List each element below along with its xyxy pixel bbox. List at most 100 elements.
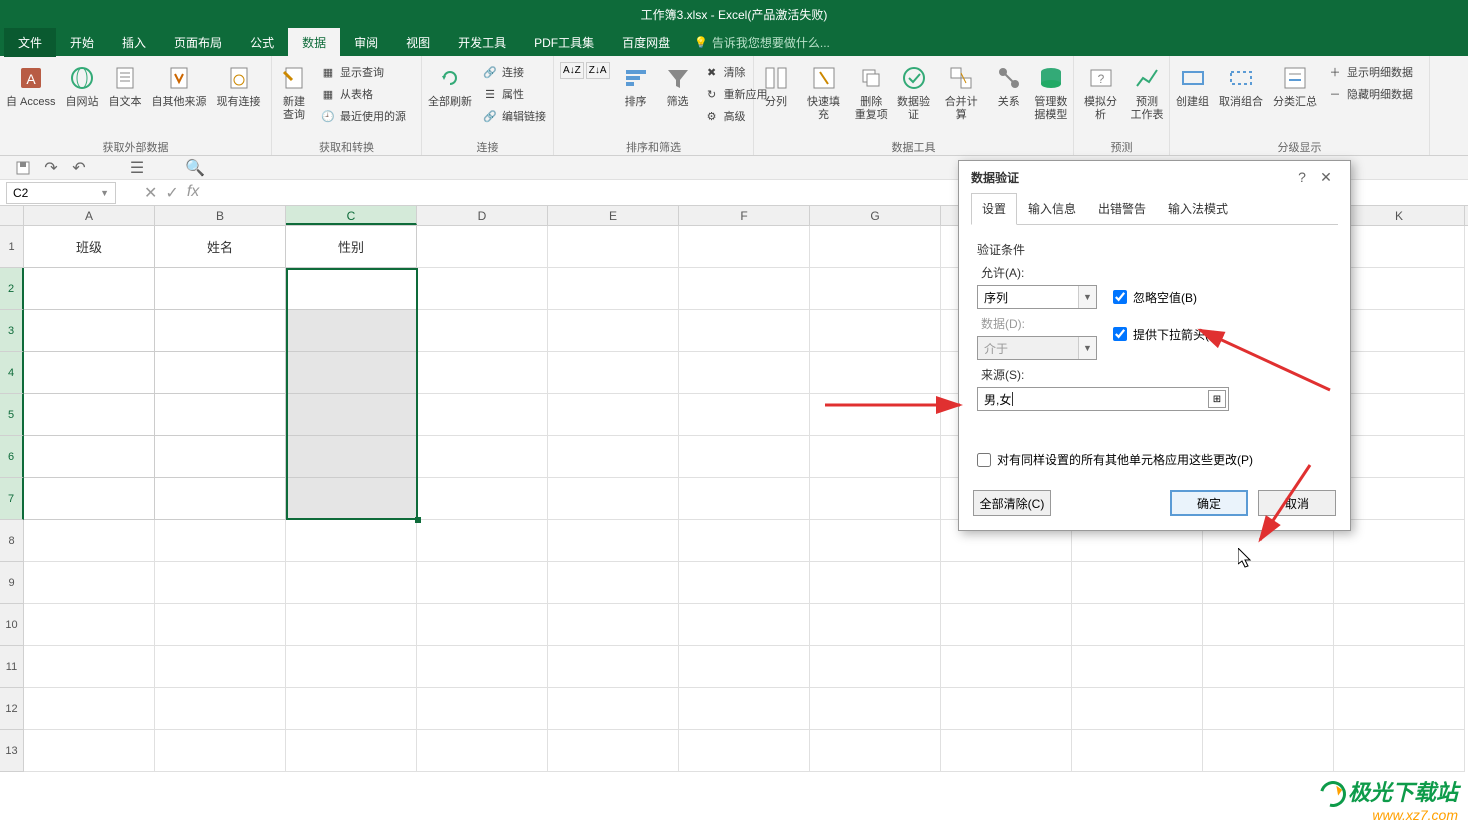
name-box[interactable]: C2 ▼ <box>6 182 116 204</box>
edit-links-button[interactable]: 🔗编辑链接 <box>478 106 550 126</box>
col-header-g[interactable]: G <box>810 206 941 225</box>
row-header[interactable]: 13 <box>0 730 24 772</box>
tab-review[interactable]: 审阅 <box>340 28 392 57</box>
tab-insert[interactable]: 插入 <box>108 28 160 57</box>
remove-dup-button[interactable]: 删除 重复项 <box>851 60 891 124</box>
existing-conn-button[interactable]: 现有连接 <box>213 60 265 111</box>
data-model-button[interactable]: 管理数 据模型 <box>1031 60 1071 124</box>
cell[interactable] <box>24 310 155 352</box>
cell[interactable] <box>810 268 941 310</box>
cell[interactable] <box>417 394 548 436</box>
cell[interactable] <box>679 730 810 772</box>
cell[interactable] <box>679 646 810 688</box>
cell[interactable] <box>548 646 679 688</box>
cell[interactable] <box>417 436 548 478</box>
cell[interactable] <box>417 478 548 520</box>
cell[interactable] <box>155 310 286 352</box>
cell[interactable] <box>155 730 286 772</box>
cell[interactable] <box>155 352 286 394</box>
tab-pdf[interactable]: PDF工具集 <box>520 28 608 57</box>
cell[interactable] <box>810 478 941 520</box>
cell[interactable] <box>24 604 155 646</box>
save-button[interactable] <box>14 159 32 177</box>
cancel-button[interactable]: 取消 <box>1258 490 1336 516</box>
sort-button[interactable]: 排序 <box>616 60 656 111</box>
cell[interactable] <box>1203 604 1334 646</box>
cell[interactable] <box>1334 646 1465 688</box>
properties-button[interactable]: ☰属性 <box>478 84 550 104</box>
cell[interactable] <box>679 436 810 478</box>
cell[interactable] <box>679 394 810 436</box>
cell[interactable] <box>24 646 155 688</box>
forecast-sheet-button[interactable]: 预测 工作表 <box>1127 60 1167 124</box>
cell[interactable] <box>417 310 548 352</box>
subtotal-button[interactable]: 分类汇总 <box>1269 60 1321 111</box>
close-button[interactable]: ✕ <box>1314 169 1338 186</box>
cell[interactable] <box>941 730 1072 772</box>
cell[interactable] <box>286 394 417 436</box>
cell[interactable] <box>417 604 548 646</box>
cell[interactable] <box>1334 226 1465 268</box>
cell[interactable] <box>155 520 286 562</box>
cell[interactable] <box>679 604 810 646</box>
whatif-button[interactable]: ?模拟分析 <box>1076 60 1125 124</box>
cell[interactable] <box>548 478 679 520</box>
cell[interactable] <box>1072 688 1203 730</box>
from-other-button[interactable]: 自其他来源 <box>148 60 211 111</box>
dlg-tab-ime[interactable]: 输入法模式 <box>1157 193 1239 224</box>
cell[interactable] <box>810 352 941 394</box>
text-to-columns-button[interactable]: 分列 <box>756 60 796 111</box>
tab-baidu[interactable]: 百度网盘 <box>608 28 684 57</box>
show-detail-button[interactable]: ＋显示明细数据 <box>1323 62 1417 82</box>
from-web-button[interactable]: 自网站 <box>62 60 103 111</box>
dlg-tab-error[interactable]: 出错警告 <box>1087 193 1157 224</box>
cell[interactable]: 性别 <box>286 226 417 268</box>
cell[interactable] <box>548 688 679 730</box>
row-header[interactable]: 4 <box>0 352 24 394</box>
row-header[interactable]: 10 <box>0 604 24 646</box>
cell[interactable] <box>417 730 548 772</box>
cell[interactable] <box>1334 520 1465 562</box>
from-text-button[interactable]: 自文本 <box>105 60 146 111</box>
flash-fill-button[interactable]: 快速填充 <box>798 60 849 124</box>
allow-select[interactable]: 序列 ▼ <box>977 285 1097 309</box>
refresh-all-button[interactable]: 全部刷新 <box>424 60 476 111</box>
cell[interactable] <box>286 562 417 604</box>
cell[interactable] <box>155 688 286 730</box>
cell[interactable] <box>679 478 810 520</box>
cell[interactable] <box>1072 562 1203 604</box>
cell[interactable] <box>155 604 286 646</box>
cell[interactable] <box>286 604 417 646</box>
cell[interactable] <box>548 436 679 478</box>
cell[interactable] <box>810 226 941 268</box>
cell[interactable] <box>24 730 155 772</box>
cell[interactable] <box>548 268 679 310</box>
tab-dev[interactable]: 开发工具 <box>444 28 520 57</box>
data-validation-button[interactable]: 数据验 证 <box>893 60 933 124</box>
cell[interactable] <box>1334 478 1465 520</box>
cell[interactable] <box>24 562 155 604</box>
sort-desc-icon[interactable]: Z↓A <box>586 62 610 79</box>
cell[interactable] <box>1334 352 1465 394</box>
cell[interactable] <box>417 268 548 310</box>
cell[interactable] <box>1203 562 1334 604</box>
cell[interactable] <box>286 310 417 352</box>
apply-all-checkbox[interactable]: 对有同样设置的所有其他单元格应用这些更改(P) <box>977 451 1332 468</box>
cell[interactable] <box>679 268 810 310</box>
cell[interactable] <box>155 646 286 688</box>
accept-formula-icon[interactable]: ✓ <box>165 183 178 203</box>
cell[interactable] <box>417 226 548 268</box>
cell[interactable] <box>810 688 941 730</box>
tab-data[interactable]: 数据 <box>288 28 340 57</box>
cell[interactable] <box>286 646 417 688</box>
touch-mode-button[interactable]: ☰ <box>128 159 146 177</box>
cell[interactable] <box>24 688 155 730</box>
row-header[interactable]: 9 <box>0 562 24 604</box>
cell[interactable] <box>155 436 286 478</box>
cell[interactable] <box>1334 562 1465 604</box>
cell[interactable] <box>810 730 941 772</box>
cell[interactable] <box>286 478 417 520</box>
col-header-d[interactable]: D <box>417 206 548 225</box>
cell[interactable] <box>286 730 417 772</box>
cell[interactable] <box>941 604 1072 646</box>
